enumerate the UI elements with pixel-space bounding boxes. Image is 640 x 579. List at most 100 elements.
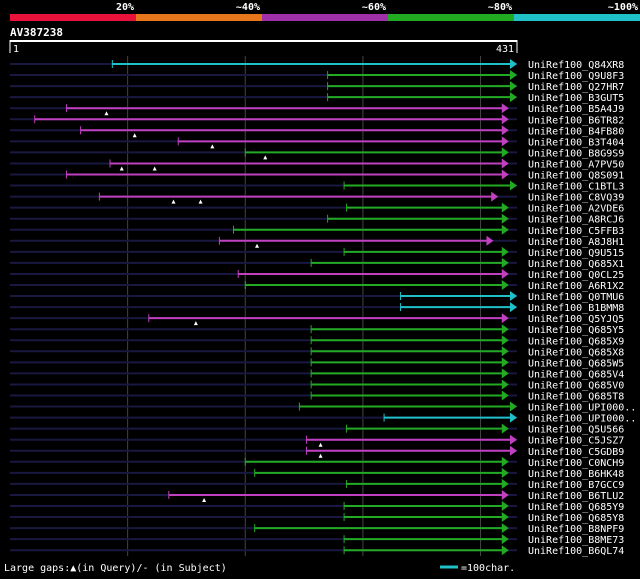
alignment-row[interactable]: UniRef100_Q0CL25	[10, 268, 624, 281]
hit-arrow	[486, 235, 494, 246]
alignment-row[interactable]: UniRef100_A8J8H1	[10, 235, 624, 248]
hit-label[interactable]: UniRef100_Q5YJQ5	[528, 314, 624, 325]
hit-label[interactable]: UniRef100_Q685Y8	[528, 513, 624, 524]
alignment-row[interactable]: UniRef100_A7PV50	[10, 158, 624, 171]
hit-label[interactable]: UniRef100_A8RCJ6	[528, 215, 624, 226]
hit-label[interactable]: UniRef100_C1BTL3	[528, 182, 624, 193]
hit-label[interactable]: UniRef100_Q0TMU6	[528, 292, 624, 303]
alignment-row[interactable]: UniRef100_Q685W5	[10, 357, 624, 369]
hit-label[interactable]: UniRef100_Q685Y5	[528, 325, 624, 336]
hit-label[interactable]: UniRef100_Q685V0	[528, 380, 624, 391]
hit-label[interactable]: UniRef100_Q685T8	[528, 392, 624, 403]
scale-segment	[262, 14, 388, 21]
alignment-row[interactable]: UniRef100_C1BTL3	[10, 180, 624, 193]
alignment-row[interactable]: UniRef100_B8ME73	[10, 534, 624, 546]
alignment-row[interactable]: UniRef100_B6TLU2	[10, 489, 624, 502]
alignment-row[interactable]: UniRef100_Q0TMU6	[10, 291, 624, 303]
hit-arrow	[510, 70, 517, 81]
hit-label[interactable]: UniRef100_Q685V4	[528, 369, 624, 380]
hit-arrow	[510, 445, 517, 456]
hit-label[interactable]: UniRef100_Q8S091	[528, 171, 624, 182]
alignment-row[interactable]: UniRef100_Q685Y8	[10, 512, 624, 524]
alignment-row[interactable]: UniRef100_B8G9S9	[10, 147, 624, 160]
alignment-row[interactable]: UniRef100_C5GDB9	[10, 445, 624, 458]
hit-label[interactable]: UniRef100_UPI000..	[528, 414, 636, 425]
alignment-row[interactable]: UniRef100_Q685T8	[10, 390, 624, 403]
alignment-row[interactable]: UniRef100_B3T404	[10, 136, 624, 149]
alignment-row[interactable]: UniRef100_Q9U515	[10, 246, 624, 259]
alignment-row[interactable]: UniRef100_Q685X9	[10, 335, 624, 347]
alignment-row[interactable]: UniRef100_B3GUT5	[10, 92, 624, 104]
hit-label[interactable]: UniRef100_Q0CL25	[528, 270, 624, 281]
hit-label[interactable]: UniRef100_B1BMM8	[528, 303, 624, 314]
alignment-row[interactable]: UniRef100_UPI000..	[10, 412, 636, 425]
scale-label: ~100%	[608, 2, 638, 13]
hit-label[interactable]: UniRef100_UPI000..	[528, 403, 636, 414]
scale-segment	[136, 14, 262, 21]
hit-label[interactable]: UniRef100_Q685X8	[528, 347, 624, 358]
alignment-row[interactable]: UniRef100_B4FB80	[10, 125, 624, 138]
alignment-row[interactable]: UniRef100_C5FFB3	[10, 224, 624, 237]
hit-label[interactable]: UniRef100_B6QL74	[528, 546, 624, 557]
alignment-row[interactable]: UniRef100_C8VQ39	[10, 191, 624, 204]
hit-label[interactable]: UniRef100_Q685Y9	[528, 502, 624, 513]
hit-label[interactable]: UniRef100_Q9U515	[528, 248, 624, 259]
alignment-row[interactable]: UniRef100_B8NPF9	[10, 523, 624, 535]
alignment-row[interactable]: UniRef100_Q685Y9	[10, 501, 624, 513]
alignment-row[interactable]: UniRef100_Q9U8F3	[10, 70, 624, 82]
hit-label[interactable]: UniRef100_Q685X9	[528, 336, 624, 347]
hit-label[interactable]: UniRef100_B4FB80	[528, 126, 624, 137]
hit-label[interactable]: UniRef100_Q685X1	[528, 259, 624, 270]
alignment-row[interactable]: UniRef100_UPI000..	[10, 401, 636, 414]
hit-label[interactable]: UniRef100_B8ME73	[528, 535, 624, 546]
alignment-row[interactable]: UniRef100_Q685X8	[10, 346, 624, 358]
hit-label[interactable]: UniRef100_B5A4J9	[528, 104, 624, 115]
alignment-row[interactable]: UniRef100_C5JSZ7	[10, 434, 624, 447]
hit-label[interactable]: UniRef100_Q27HR7	[528, 82, 624, 93]
hit-arrow	[501, 158, 509, 169]
hit-label[interactable]: UniRef100_Q9U8F3	[528, 71, 624, 82]
hit-label[interactable]: UniRef100_C5FFB3	[528, 226, 624, 237]
hit-label[interactable]: UniRef100_B8G9S9	[528, 148, 624, 159]
alignment-row[interactable]: UniRef100_A8RCJ6	[10, 213, 624, 226]
alignment-row[interactable]: UniRef100_Q685V4	[10, 368, 624, 380]
alignment-row[interactable]: UniRef100_B6QL74	[10, 545, 624, 557]
hit-label[interactable]: UniRef100_A7PV50	[528, 159, 624, 170]
hit-label[interactable]: UniRef100_Q685W5	[528, 358, 624, 369]
alignment-row[interactable]: UniRef100_C0NCH9	[10, 456, 624, 469]
hit-label[interactable]: UniRef100_B6HK48	[528, 469, 624, 480]
alignment-row[interactable]: UniRef100_Q84XR8	[10, 59, 624, 71]
hit-label[interactable]: UniRef100_B6TLU2	[528, 491, 624, 502]
alignment-row[interactable]: UniRef100_Q8S091	[10, 169, 624, 182]
alignment-row[interactable]: UniRef100_Q5YJQ5	[10, 313, 624, 326]
alignment-row[interactable]: UniRef100_B7GCC9	[10, 478, 624, 491]
hit-label[interactable]: UniRef100_Q5U566	[528, 425, 624, 436]
hit-label[interactable]: UniRef100_A8J8H1	[528, 237, 624, 248]
alignment-row[interactable]: UniRef100_Q685V0	[10, 379, 624, 391]
alignment-row[interactable]: UniRef100_A2VDE6	[10, 202, 624, 215]
alignment-row[interactable]: UniRef100_B6HK48	[10, 467, 624, 480]
hit-label[interactable]: UniRef100_A2VDE6	[528, 204, 624, 215]
hit-arrow	[501, 545, 509, 556]
alignment-row[interactable]: UniRef100_B1BMM8	[10, 302, 624, 314]
alignment-row[interactable]: UniRef100_Q685X1	[10, 257, 624, 270]
hit-label[interactable]: UniRef100_C0NCH9	[528, 458, 624, 469]
hit-label[interactable]: UniRef100_Q84XR8	[528, 60, 624, 71]
hit-label[interactable]: UniRef100_C5GDB9	[528, 447, 624, 458]
alignment-row[interactable]: UniRef100_B6TR82	[10, 114, 624, 126]
hit-arrow	[501, 489, 509, 500]
hit-arrow	[501, 379, 509, 390]
alignment-row[interactable]: UniRef100_Q685Y5	[10, 324, 624, 336]
hit-label[interactable]: UniRef100_B3T404	[528, 137, 624, 148]
hit-label[interactable]: UniRef100_B6TR82	[528, 115, 624, 126]
alignment-row[interactable]: UniRef100_Q5U566	[10, 423, 624, 436]
hit-label[interactable]: UniRef100_C8VQ39	[528, 193, 624, 204]
alignment-row[interactable]: UniRef100_B5A4J9	[10, 103, 624, 116]
hit-label[interactable]: UniRef100_B3GUT5	[528, 93, 624, 104]
hit-label[interactable]: UniRef100_B7GCC9	[528, 480, 624, 491]
alignment-row[interactable]: UniRef100_A6R1X2	[10, 280, 624, 292]
alignment-row[interactable]: UniRef100_Q27HR7	[10, 81, 624, 93]
hit-label[interactable]: UniRef100_A6R1X2	[528, 281, 624, 292]
hit-label[interactable]: UniRef100_C5JSZ7	[528, 436, 624, 447]
hit-label[interactable]: UniRef100_B8NPF9	[528, 524, 624, 535]
